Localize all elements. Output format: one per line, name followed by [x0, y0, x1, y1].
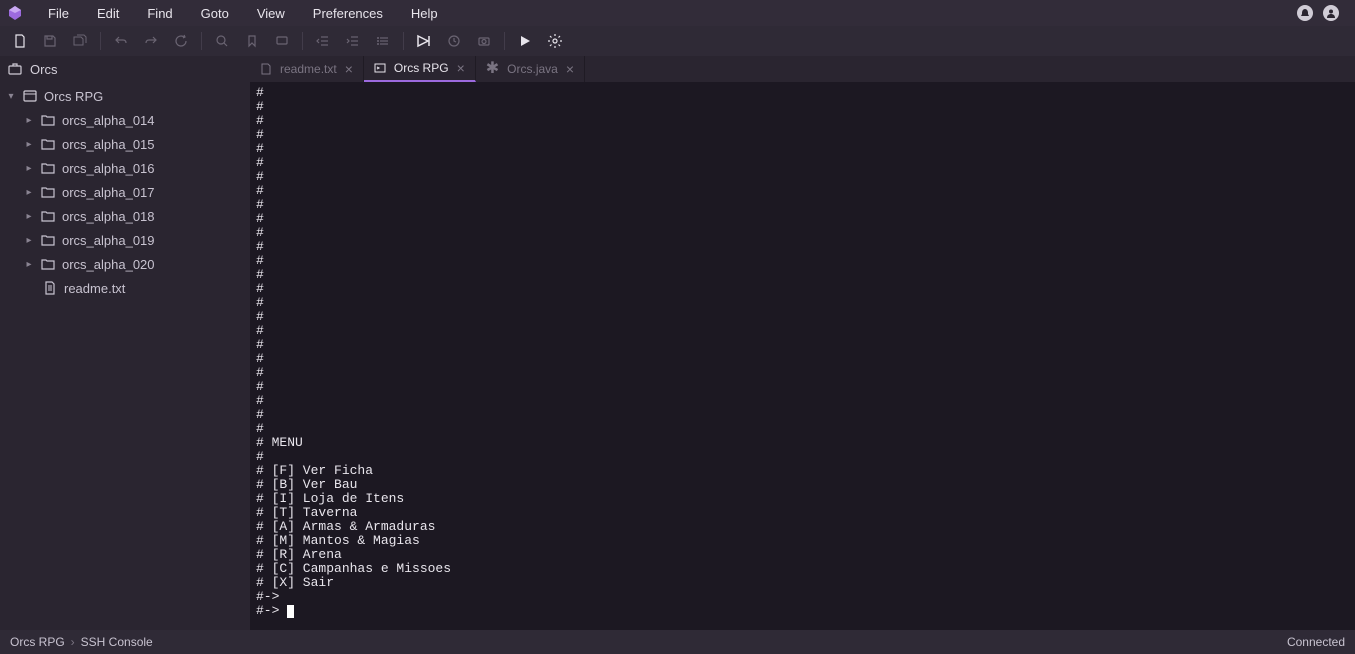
- tree-folder[interactable]: ▸ orcs_alpha_018: [0, 204, 250, 228]
- bookmark-button[interactable]: [238, 29, 266, 53]
- chevron-right-icon: ▸: [24, 235, 34, 246]
- chevron-right-icon: ›: [71, 635, 75, 649]
- menu-preferences[interactable]: Preferences: [299, 2, 397, 25]
- folder-icon: [40, 113, 56, 127]
- toolbar-separator: [403, 32, 404, 50]
- camera-button[interactable]: [470, 29, 498, 53]
- file-icon: [42, 281, 58, 295]
- menu-edit[interactable]: Edit: [83, 2, 133, 25]
- file-tree-sidebar: Orcs ▾ Orcs RPG ▸ orcs_alpha_014 ▸ orcs_alp…: [0, 56, 250, 630]
- toolbar-separator: [302, 32, 303, 50]
- chevron-right-icon: ▸: [24, 139, 34, 150]
- run-button[interactable]: [410, 29, 438, 53]
- folder-icon: [40, 257, 56, 271]
- tree-item-label: readme.txt: [64, 281, 125, 296]
- history-button[interactable]: [440, 29, 468, 53]
- tree-root[interactable]: ▾ Orcs RPG: [0, 84, 250, 108]
- tree-folder[interactable]: ▸ orcs_alpha_015: [0, 132, 250, 156]
- terminal-icon: [374, 62, 386, 74]
- file-tree: ▾ Orcs RPG ▸ orcs_alpha_014 ▸ orcs_alpha_01…: [0, 82, 250, 630]
- tree-item-label: orcs_alpha_018: [62, 209, 155, 224]
- menu-file[interactable]: File: [34, 2, 83, 25]
- save-all-button[interactable]: [66, 29, 94, 53]
- tree-item-label: orcs_alpha_015: [62, 137, 155, 152]
- toolbar-separator: [100, 32, 101, 50]
- comment-button[interactable]: [268, 29, 296, 53]
- chevron-right-icon: ▸: [24, 187, 34, 198]
- cursor: [287, 605, 294, 618]
- outdent-button[interactable]: [309, 29, 337, 53]
- app-logo-icon: [6, 4, 24, 22]
- refresh-button[interactable]: [167, 29, 195, 53]
- folder-icon: [40, 209, 56, 223]
- chevron-right-icon: ▸: [24, 115, 34, 126]
- tab-label: readme.txt: [280, 62, 337, 76]
- save-button[interactable]: [36, 29, 64, 53]
- tree-folder[interactable]: ▸ orcs_alpha_019: [0, 228, 250, 252]
- project-icon: [22, 89, 38, 103]
- list-button[interactable]: [369, 29, 397, 53]
- tab-orcs-java[interactable]: ✱ Orcs.java ×: [476, 56, 585, 82]
- redo-button[interactable]: [137, 29, 165, 53]
- chevron-right-icon: ▸: [24, 211, 34, 222]
- chevron-down-icon: ▾: [6, 91, 16, 102]
- tree-folder[interactable]: ▸ orcs_alpha_017: [0, 180, 250, 204]
- menubar: File Edit Find Goto View Preferences Hel…: [0, 0, 1355, 26]
- tab-label: Orcs RPG: [394, 61, 449, 75]
- statusbar: Orcs RPG › SSH Console Connected: [0, 630, 1355, 654]
- project-header[interactable]: Orcs: [0, 56, 250, 82]
- toolbar-separator: [504, 32, 505, 50]
- status-context-2: SSH Console: [81, 635, 153, 649]
- tab-label: Orcs.java: [507, 62, 558, 76]
- menu-view[interactable]: View: [243, 2, 299, 25]
- notifications-icon[interactable]: [1297, 5, 1313, 21]
- folder-icon: [40, 161, 56, 175]
- tree-file[interactable]: readme.txt: [0, 276, 250, 300]
- account-icon[interactable]: [1323, 5, 1339, 21]
- tree-folder[interactable]: ▸ orcs_alpha_016: [0, 156, 250, 180]
- new-file-button[interactable]: [6, 29, 34, 53]
- toolbar: [0, 26, 1355, 56]
- folder-icon: [40, 185, 56, 199]
- tree-item-label: orcs_alpha_017: [62, 185, 155, 200]
- toolbar-separator: [201, 32, 202, 50]
- file-icon: [260, 63, 272, 75]
- indent-button[interactable]: [339, 29, 367, 53]
- menu-find[interactable]: Find: [133, 2, 186, 25]
- tree-item-label: orcs_alpha_014: [62, 113, 155, 128]
- tree-item-label: orcs_alpha_019: [62, 233, 155, 248]
- editor-content[interactable]: # # # # # # # # # # # # # # # # # # # # …: [250, 82, 1355, 630]
- unsaved-icon: ✱: [486, 61, 499, 77]
- status-context-1: Orcs RPG: [10, 635, 65, 649]
- tree-item-label: orcs_alpha_020: [62, 257, 155, 272]
- project-label: Orcs: [30, 62, 57, 77]
- tree-folder[interactable]: ▸ orcs_alpha_014: [0, 108, 250, 132]
- tab-bar: readme.txt × Orcs RPG × ✱ Orcs.java ×: [250, 56, 1355, 82]
- settings-button[interactable]: [541, 29, 569, 53]
- menu-help[interactable]: Help: [397, 2, 452, 25]
- tab-readme[interactable]: readme.txt ×: [250, 56, 364, 82]
- tab-orcs-rpg[interactable]: Orcs RPG ×: [364, 56, 476, 82]
- close-icon[interactable]: ×: [345, 61, 353, 77]
- menu-goto[interactable]: Goto: [187, 2, 243, 25]
- undo-button[interactable]: [107, 29, 135, 53]
- search-button[interactable]: [208, 29, 236, 53]
- tree-item-label: orcs_alpha_016: [62, 161, 155, 176]
- close-icon[interactable]: ×: [566, 61, 574, 77]
- tree-root-label: Orcs RPG: [44, 89, 103, 104]
- status-connection: Connected: [1287, 635, 1345, 649]
- editor-area: readme.txt × Orcs RPG × ✱ Orcs.java × # …: [250, 56, 1355, 630]
- tree-folder[interactable]: ▸ orcs_alpha_020: [0, 252, 250, 276]
- briefcase-icon: [8, 63, 22, 75]
- chevron-right-icon: ▸: [24, 259, 34, 270]
- close-icon[interactable]: ×: [457, 60, 465, 76]
- play-button[interactable]: [511, 29, 539, 53]
- chevron-right-icon: ▸: [24, 163, 34, 174]
- folder-icon: [40, 137, 56, 151]
- folder-icon: [40, 233, 56, 247]
